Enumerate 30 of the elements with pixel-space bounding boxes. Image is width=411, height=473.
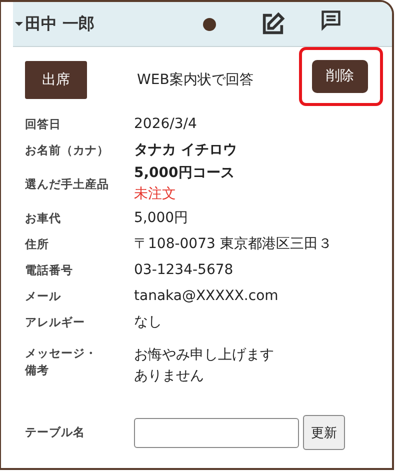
message-line: お悔やみ申し上げます	[134, 346, 275, 365]
delete-button[interactable]: 削除	[312, 60, 368, 92]
attendance-button[interactable]: 出席	[25, 61, 87, 99]
field-value: tanaka@XXXXX.com	[134, 288, 280, 304]
update-button[interactable]: 更新	[303, 415, 345, 450]
field-value: なし	[134, 313, 163, 331]
response-method: WEB案内状で回答	[137, 71, 254, 89]
status-dot	[202, 18, 216, 30]
field-label: メッセージ・備考	[25, 345, 98, 379]
field-label: 電話番号	[25, 262, 74, 278]
field-label: テーブル名	[25, 424, 86, 441]
field-label: お車代	[25, 210, 62, 226]
collapse-triangle-icon[interactable]	[15, 21, 23, 27]
field-label: 住所	[25, 236, 50, 252]
field-value: タナカ イチロウ	[134, 141, 238, 159]
field-value: 5,000円	[134, 209, 190, 227]
field-value: 〒108-0073 東京都港区三田３	[134, 235, 333, 253]
field-label: 選んだ手土産品	[25, 176, 110, 192]
guest-name: 田中 一郎	[25, 14, 95, 34]
field-label: 回答日	[25, 116, 62, 132]
field-value: 2026/3/4	[134, 116, 198, 132]
field-label: メール	[25, 288, 62, 304]
table-name-field[interactable]	[134, 418, 299, 448]
field-value: 5,000円コース	[134, 164, 236, 183]
message-line: ありません	[134, 367, 205, 386]
comment-icon[interactable]	[320, 9, 342, 31]
field-value: 03-1234-5678	[134, 262, 234, 278]
field-label: アレルギー	[25, 314, 86, 330]
field-label: お名前（カナ）	[25, 142, 110, 158]
order-status: 未注文	[134, 185, 177, 204]
